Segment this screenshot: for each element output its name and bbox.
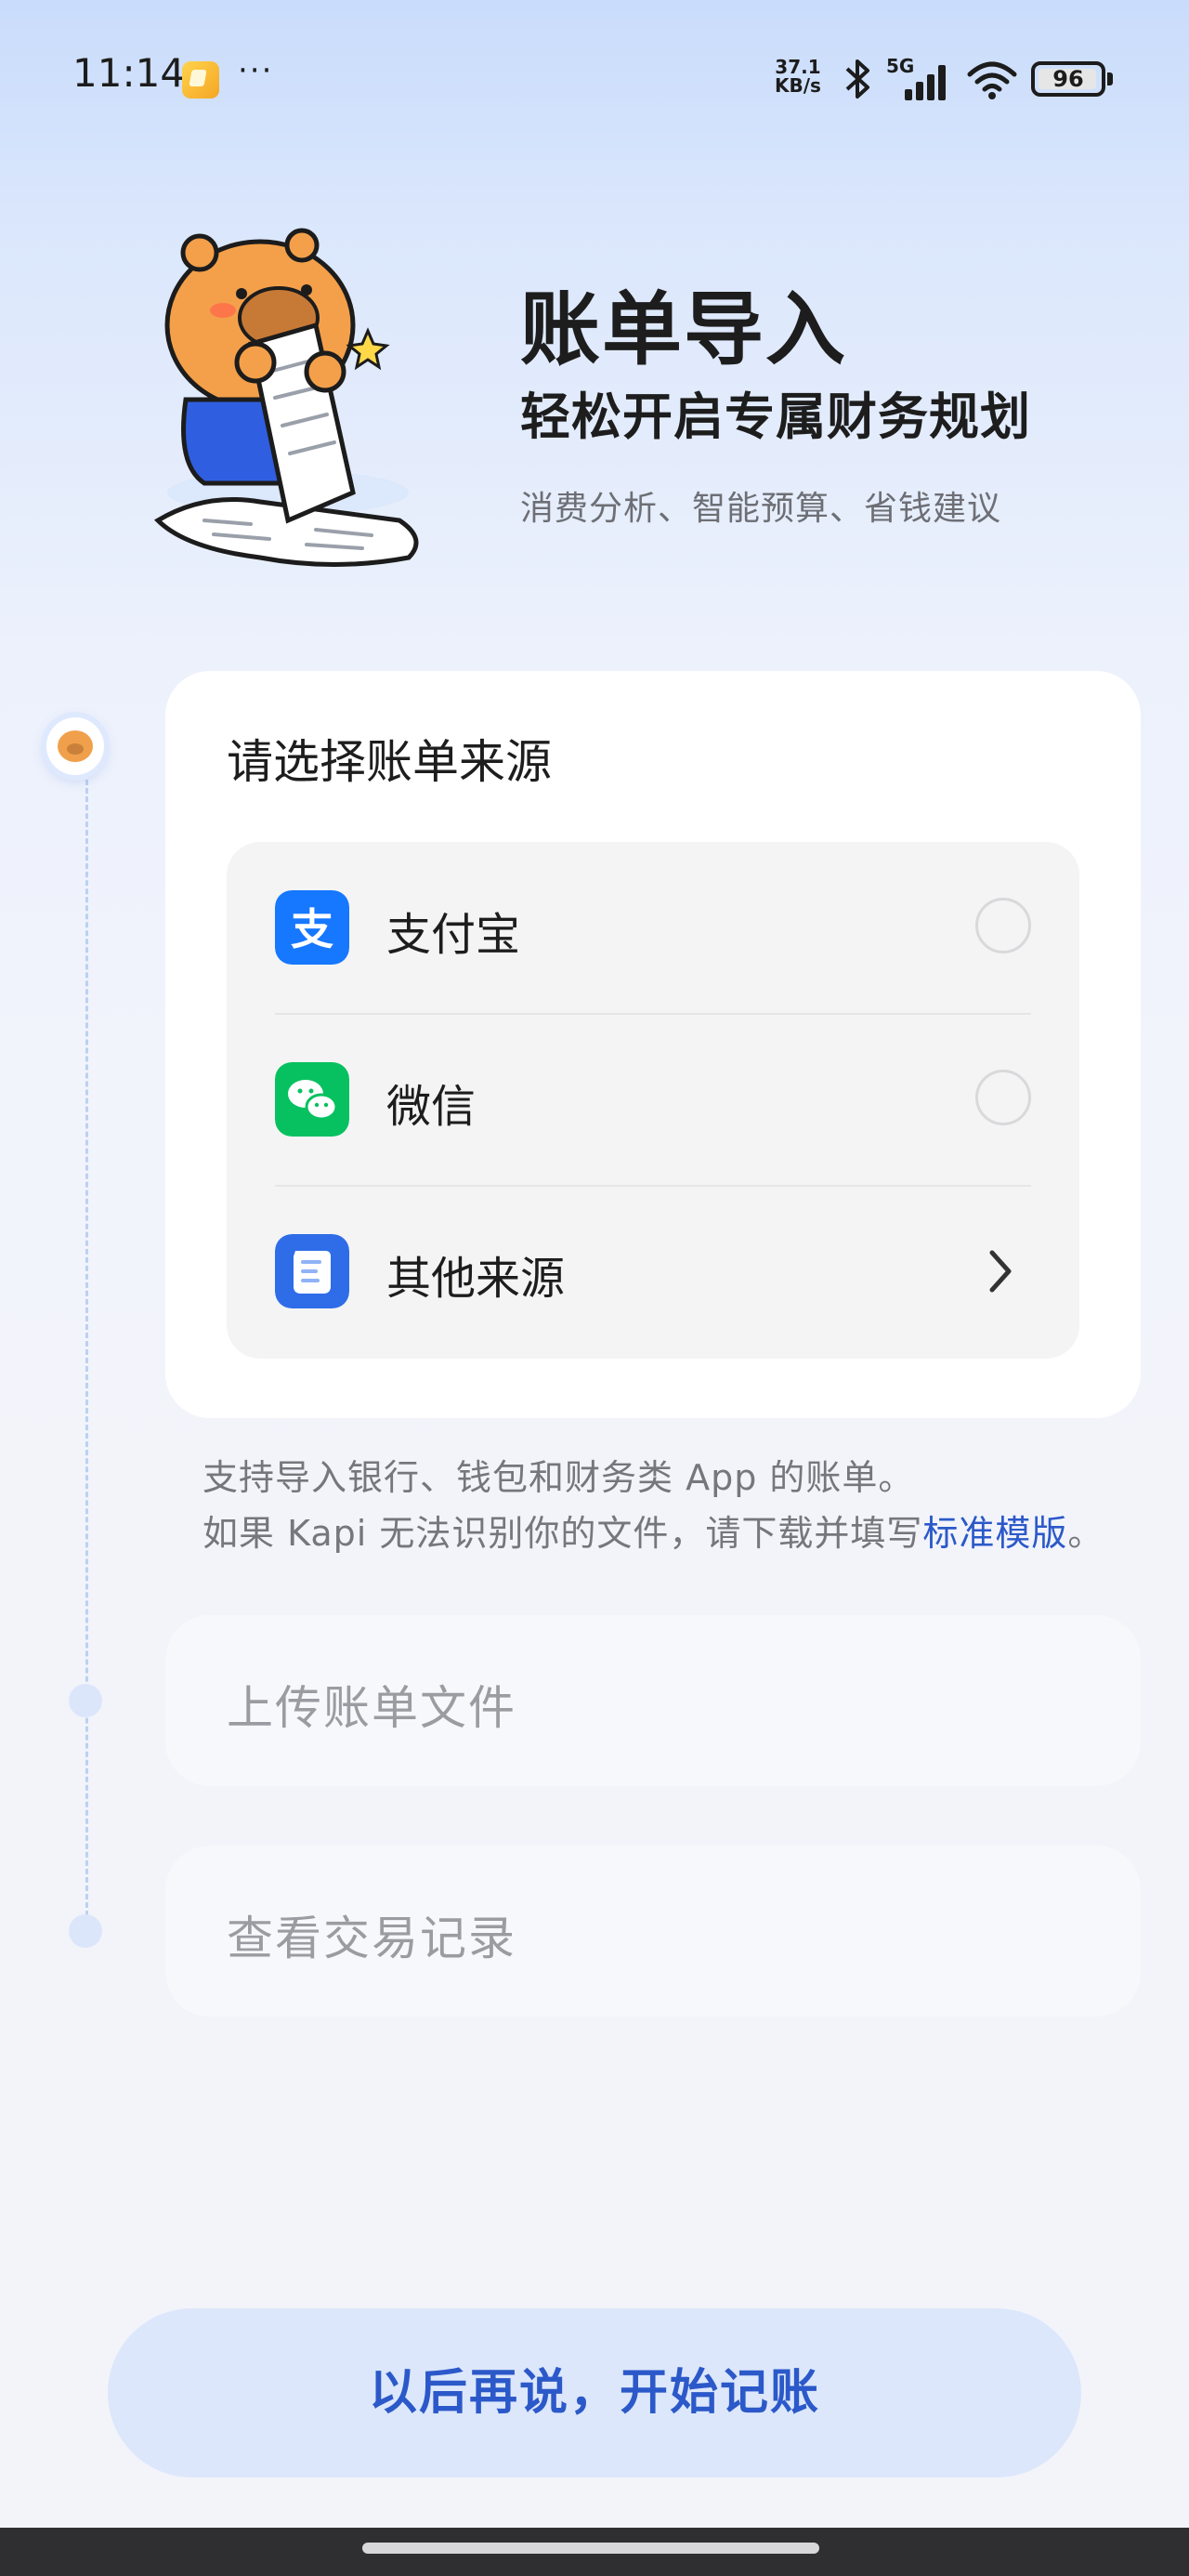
- timeline-line: [85, 771, 88, 1933]
- wechat-radio[interactable]: [975, 1070, 1031, 1125]
- notes-app-icon: [182, 61, 219, 99]
- skip-and-start-button[interactable]: 以后再说，开始记账: [108, 2308, 1081, 2477]
- source-option-wechat[interactable]: 微信: [227, 1014, 1079, 1186]
- page-subtitle: 轻松开启专属财务规划: [520, 388, 1031, 446]
- feature-description: 消费分析、智能预算、省钱建议: [520, 490, 1002, 528]
- capybara-mascot-illustration: [153, 228, 419, 567]
- skip-button-label: 以后再说，开始记账: [368, 2365, 820, 2421]
- timeline-mascot-avatar: [46, 717, 104, 775]
- source-option-other[interactable]: 其他来源: [227, 1186, 1079, 1358]
- step-upload-bill-file: 上传账单文件: [165, 1615, 1141, 1786]
- more-notifications-icon: ···: [238, 52, 274, 89]
- import-help-note: 支持导入银行、钱包和财务类 App 的账单。 如果 Kapi 无法识别你的文件，…: [203, 1450, 1104, 1561]
- timeline-step-dot: [69, 1684, 102, 1717]
- timeline-step-dot: [69, 1914, 102, 1948]
- step-label: 上传账单文件: [227, 1681, 516, 1735]
- network-speed-unit: KB/s: [775, 74, 821, 97]
- battery-level: 96: [1052, 66, 1084, 92]
- note-line-2-text: 如果 Kapi 无法识别你的文件，请下载并填写: [203, 1513, 923, 1554]
- cellular-signal-icon: 5G: [886, 56, 946, 100]
- system-navigation-bar: [0, 2528, 1189, 2576]
- svg-text:支: 支: [291, 904, 333, 954]
- step-view-transactions: 查看交易记录: [165, 1846, 1141, 2017]
- note-line-2: 如果 Kapi 无法识别你的文件，请下载并填写标准模版。: [203, 1505, 1104, 1561]
- note-line-1: 支持导入银行、钱包和财务类 App 的账单。: [203, 1457, 915, 1498]
- home-indicator[interactable]: [362, 2543, 819, 2554]
- alipay-icon: 支: [275, 890, 349, 965]
- receipt-icon: [275, 1234, 349, 1308]
- source-option-label: 微信: [386, 1081, 477, 1133]
- source-selection-card: 请选择账单来源 支 支付宝 微信 其他来源: [165, 671, 1141, 1418]
- chevron-right-icon: [989, 1250, 1012, 1293]
- wechat-icon: [275, 1062, 349, 1137]
- source-option-list: 支 支付宝 微信 其他来源: [227, 842, 1079, 1359]
- wifi-icon: [967, 61, 1017, 99]
- source-option-label: 其他来源: [386, 1253, 566, 1305]
- network-type-label: 5G: [886, 56, 914, 77]
- status-bar: 11:14 ··· 37.1 KB/s 5G 96: [0, 0, 1189, 158]
- bluetooth-icon: [845, 59, 869, 99]
- step-label: 查看交易记录: [227, 1912, 516, 1965]
- network-speed-value: 37.1: [775, 56, 821, 78]
- status-time: 11:14: [72, 50, 186, 96]
- source-option-label: 支付宝: [386, 909, 521, 961]
- source-option-alipay[interactable]: 支 支付宝: [227, 842, 1079, 1014]
- source-card-title: 请选择账单来源: [227, 735, 552, 789]
- network-speed: 37.1 KB/s: [775, 58, 821, 95]
- page-title: 账单导入: [520, 283, 847, 376]
- battery-indicator: 96: [1031, 61, 1113, 97]
- alipay-radio[interactable]: [975, 898, 1031, 953]
- note-line-2-suffix: 。: [1067, 1513, 1104, 1554]
- standard-template-link[interactable]: 标准模版: [922, 1513, 1067, 1554]
